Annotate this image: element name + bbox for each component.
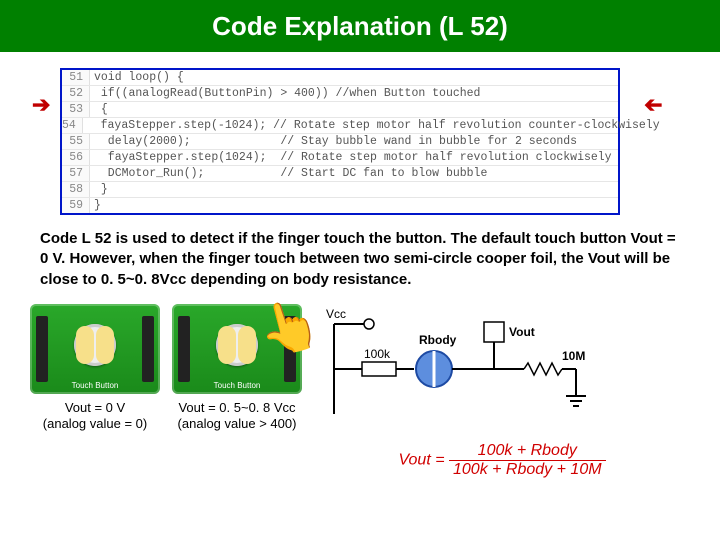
code-row: 52 if((analogRead(ButtonPin) > 400)) //w… xyxy=(62,86,618,102)
slide-title: Code Explanation (L 52) xyxy=(212,11,508,42)
arrow-right-icon: ➔ xyxy=(32,92,50,118)
touch-board-icon: 👆 Touch Button xyxy=(172,304,302,394)
code-block-wrap: ➔ ➔ 51void loop() { 52 if((analogRead(Bu… xyxy=(60,68,680,215)
svg-text:10M: 10M xyxy=(562,349,585,363)
figures-row: Touch Button Vout = 0 V (analog value = … xyxy=(30,304,690,478)
svg-text:100k: 100k xyxy=(364,347,391,361)
code-block: 51void loop() { 52 if((analogRead(Button… xyxy=(60,68,620,215)
code-row: 59} xyxy=(62,198,618,213)
figure-untouched: Touch Button Vout = 0 V (analog value = … xyxy=(30,304,160,433)
body-text: Code L 52 is used to detect if the finge… xyxy=(40,229,680,290)
figure-caption: Vout = 0 V (analog value = 0) xyxy=(30,400,160,433)
svg-text:Vcc: Vcc xyxy=(326,307,346,321)
touch-board-icon: Touch Button xyxy=(30,304,160,394)
title-bar: Code Explanation (L 52) xyxy=(0,0,720,52)
code-row: 55 delay(2000); // Stay bubble wand in b… xyxy=(62,134,618,150)
code-row: 53 { xyxy=(62,102,618,118)
figure-touched: 👆 Touch Button Vout = 0. 5~0. 8 Vcc (ana… xyxy=(172,304,302,433)
figure-caption: Vout = 0. 5~0. 8 Vcc (analog value > 400… xyxy=(172,400,302,433)
formula: Vout = 100k + Rbody 100k + Rbody + 10M xyxy=(314,443,690,478)
svg-text:Vout: Vout xyxy=(509,325,535,339)
circuit-svg: Vcc 100k Rbody Vout xyxy=(314,304,604,434)
arrow-left-icon: ➔ xyxy=(644,92,662,118)
circuit-diagram: Vcc 100k Rbody Vout xyxy=(314,304,690,478)
code-row: 58 } xyxy=(62,182,618,198)
code-row: 51void loop() { xyxy=(62,70,618,86)
code-row: 54 fayaStepper.step(-1024); // Rotate st… xyxy=(62,118,618,134)
svg-text:Rbody: Rbody xyxy=(419,333,457,347)
code-row: 57 DCMotor_Run(); // Start DC fan to blo… xyxy=(62,166,618,182)
code-row: 56 fayaStepper.step(1024); // Rotate ste… xyxy=(62,150,618,166)
slide: Code Explanation (L 52) ➔ ➔ 51void loop(… xyxy=(0,0,720,540)
